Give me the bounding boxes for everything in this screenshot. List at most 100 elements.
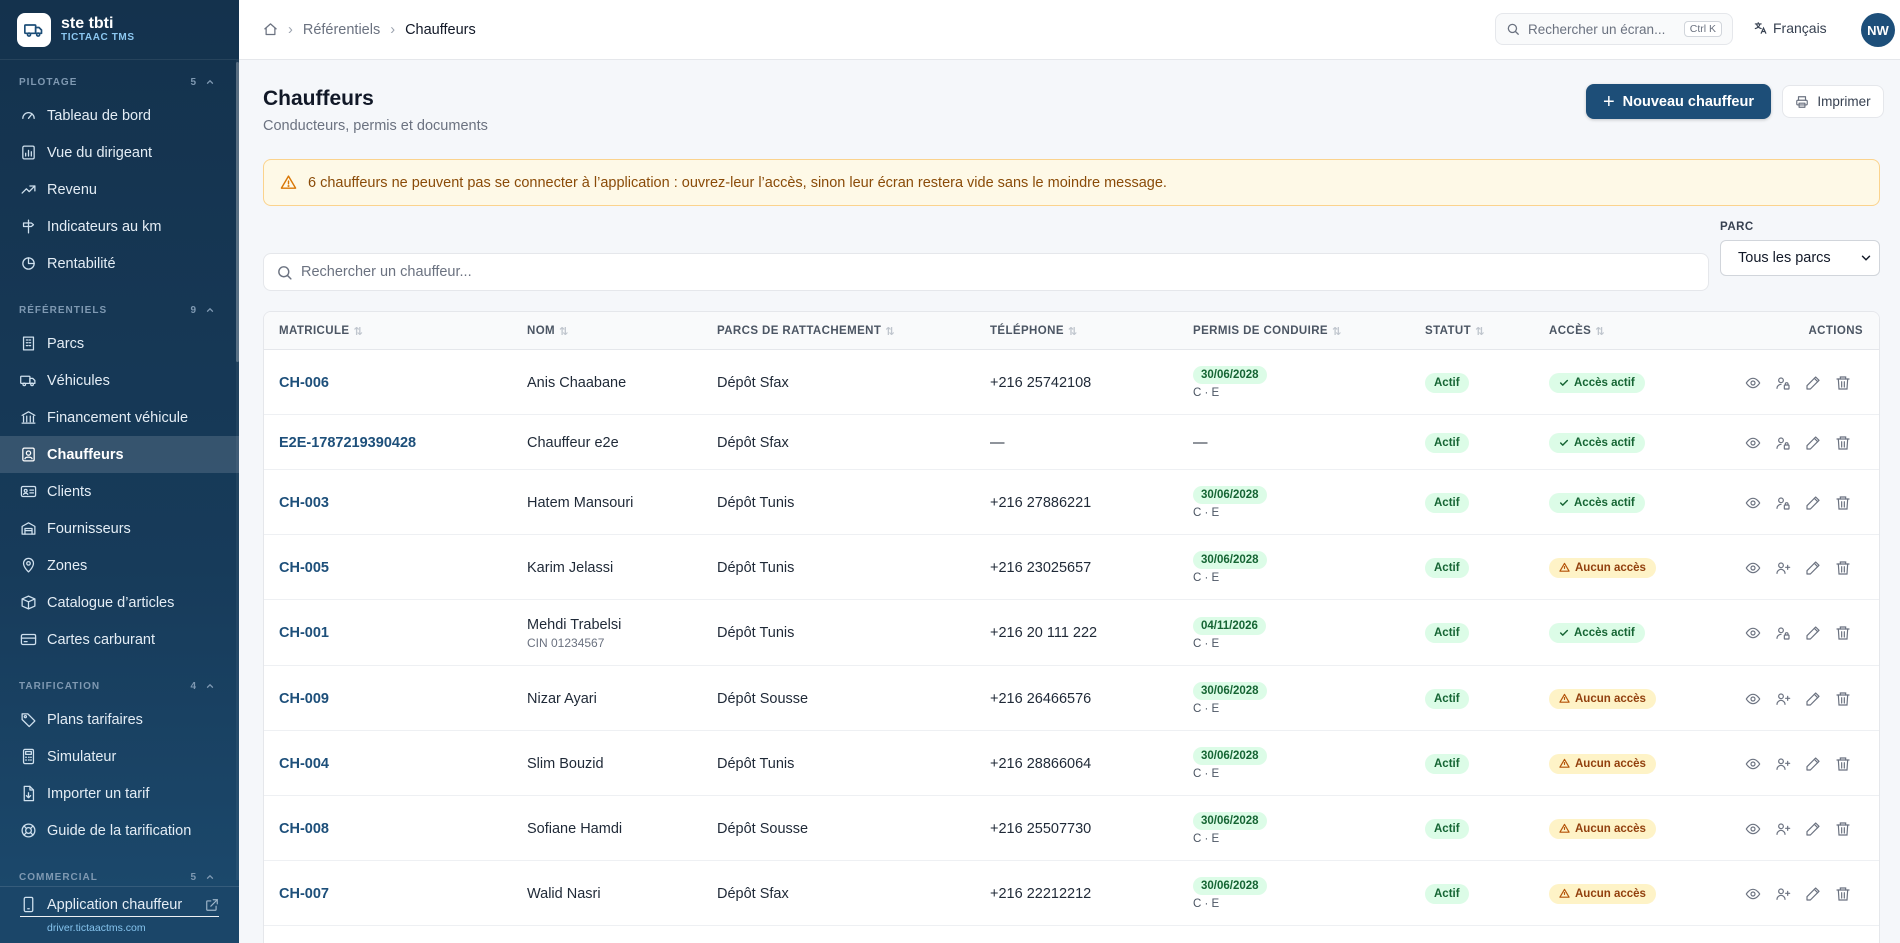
- section-0[interactable]: PILOTAGE 5: [0, 71, 239, 93]
- sidebar-item-7-1[interactable]: Catalogue d’articles: [0, 584, 239, 621]
- column-statut[interactable]: STATUT ⇅: [1425, 312, 1485, 350]
- pencil-icon[interactable]: [1805, 560, 1821, 576]
- matricule-link[interactable]: CH-007: [279, 886, 329, 902]
- table-row[interactable]: CH-004 Slim Bouzid Dépôt Tunis +216 2886606…: [264, 731, 1879, 796]
- sidebar-item-0-1[interactable]: Parcs: [0, 325, 239, 362]
- matricule-link[interactable]: CH-004: [279, 756, 329, 772]
- sidebar-item-1-0[interactable]: Vue du dirigeant: [0, 134, 239, 171]
- parc-filter-value: Tous les parcs: [1738, 250, 1831, 266]
- language-switcher[interactable]: Français: [1753, 20, 1827, 36]
- table-row[interactable]: CH-007 Walid Nasri Dépôt Sfax +216 22212212…: [264, 861, 1879, 926]
- user-lock-icon[interactable]: [1775, 435, 1791, 451]
- sidebar-item-1-2[interactable]: Simulateur: [0, 738, 239, 775]
- pencil-icon[interactable]: [1805, 495, 1821, 511]
- trash-icon[interactable]: [1835, 495, 1851, 511]
- trash-icon[interactable]: [1835, 756, 1851, 772]
- pencil-icon[interactable]: [1805, 886, 1821, 902]
- driver-app-link[interactable]: Application chauffeur driver.tictaactms.…: [0, 886, 239, 943]
- sidebar-item-3-2[interactable]: Guide de la tarification: [0, 812, 239, 849]
- column-telephone[interactable]: TÉLÉPHONE ⇅: [990, 312, 1078, 350]
- row-actions: [1745, 435, 1851, 451]
- sidebar-item-4-0[interactable]: Rentabilité: [0, 245, 239, 282]
- driver-parc: Dépôt Sousse: [717, 820, 809, 837]
- table-row[interactable]: CH-008 Sofiane Hamdi Dépôt Sousse +216 2550…: [264, 796, 1879, 861]
- sidebar-item-2-1[interactable]: Financement véhicule: [0, 399, 239, 436]
- pencil-icon[interactable]: [1805, 375, 1821, 391]
- user-plus-icon[interactable]: [1775, 886, 1791, 902]
- breadcrumb-referentiels[interactable]: Référentiels: [303, 22, 380, 38]
- pencil-icon[interactable]: [1805, 756, 1821, 772]
- eye-icon[interactable]: [1745, 756, 1761, 772]
- sidebar-item-5-1[interactable]: Fournisseurs: [0, 510, 239, 547]
- print-button[interactable]: Imprimer: [1782, 85, 1884, 118]
- matricule-link[interactable]: CH-006: [279, 375, 329, 391]
- eye-icon[interactable]: [1745, 886, 1761, 902]
- user-lock-icon[interactable]: [1775, 495, 1791, 511]
- parc-filter-select[interactable]: Tous les parcs: [1720, 240, 1880, 276]
- table-row[interactable]: CH-005 Karim Jelassi Dépôt Tunis +216 23025…: [264, 535, 1879, 600]
- section-1[interactable]: RÉFÉRENTIELS 9: [0, 299, 239, 321]
- table-row[interactable]: E2E-1787219390428 Chauffeur e2e Dépôt Sfax…: [264, 415, 1879, 470]
- sidebar-item-4-1[interactable]: Clients: [0, 473, 239, 510]
- eye-icon[interactable]: [1745, 435, 1761, 451]
- user-plus-icon[interactable]: [1775, 756, 1791, 772]
- trash-icon[interactable]: [1835, 691, 1851, 707]
- new-driver-button[interactable]: + Nouveau chauffeur: [1586, 84, 1771, 119]
- user-lock-icon[interactable]: [1775, 375, 1791, 391]
- trash-icon[interactable]: [1835, 625, 1851, 641]
- sidebar-item-2-0[interactable]: Revenu: [0, 171, 239, 208]
- trash-icon[interactable]: [1835, 435, 1851, 451]
- eye-icon[interactable]: [1745, 691, 1761, 707]
- column-permis[interactable]: PERMIS DE CONDUIRE ⇅: [1193, 312, 1342, 350]
- user-plus-icon[interactable]: [1775, 821, 1791, 837]
- column-acces[interactable]: ACCÈS ⇅: [1549, 312, 1605, 350]
- home-icon[interactable]: [263, 22, 278, 37]
- user-plus-icon[interactable]: [1775, 560, 1791, 576]
- trash-icon[interactable]: [1835, 560, 1851, 576]
- eye-icon[interactable]: [1745, 821, 1761, 837]
- user-avatar[interactable]: NW: [1861, 13, 1895, 47]
- sidebar: ste tbti TICTAAC TMS PILOTAGE 5 Tableau de…: [0, 0, 239, 943]
- pencil-icon[interactable]: [1805, 625, 1821, 641]
- pencil-icon[interactable]: [1805, 435, 1821, 451]
- driver-search-input[interactable]: Rechercher un chauffeur...: [263, 253, 1709, 291]
- sidebar-item-0-2[interactable]: Plans tarifaires: [0, 701, 239, 738]
- column-parcs[interactable]: PARCS DE RATTACHEMENT ⇅: [717, 312, 895, 350]
- user-lock-icon[interactable]: [1775, 625, 1791, 641]
- section-3[interactable]: COMMERCIAL 5: [0, 866, 239, 888]
- trash-icon[interactable]: [1835, 886, 1851, 902]
- sidebar-item-1-1[interactable]: Véhicules: [0, 362, 239, 399]
- file-import-icon: [23, 785, 35, 802]
- section-2[interactable]: TARIFICATION 4: [0, 675, 239, 697]
- brand[interactable]: ste tbti TICTAAC TMS: [0, 0, 239, 60]
- eye-icon[interactable]: [1745, 560, 1761, 576]
- table-row[interactable]: CH-003 Hatem Mansouri Dépôt Tunis +216 2788…: [264, 470, 1879, 535]
- matricule-link[interactable]: CH-009: [279, 691, 329, 707]
- eye-icon[interactable]: [1745, 625, 1761, 641]
- user-plus-icon[interactable]: [1775, 691, 1791, 707]
- matricule-link[interactable]: CH-003: [279, 495, 329, 511]
- pencil-icon[interactable]: [1805, 821, 1821, 837]
- matricule-link[interactable]: CH-001: [279, 625, 329, 641]
- column-matricule[interactable]: MATRICULE ⇅: [279, 312, 363, 350]
- sidebar-item-8-1[interactable]: Cartes carburant: [0, 621, 239, 658]
- table-row[interactable]: CH-009 Nizar Ayari Dépôt Sousse +216 264665…: [264, 666, 1879, 731]
- sidebar-item-2-2[interactable]: Importer un tarif: [0, 775, 239, 812]
- sidebar-item-0-0[interactable]: Tableau de bord: [0, 97, 239, 134]
- column-nom[interactable]: NOM ⇅: [527, 312, 569, 350]
- license-empty: —: [1193, 434, 1208, 451]
- matricule-link[interactable]: CH-005: [279, 560, 329, 576]
- matricule-link[interactable]: CH-008: [279, 821, 329, 837]
- global-search[interactable]: Rechercher un écran... Ctrl K: [1495, 13, 1733, 45]
- trash-icon[interactable]: [1835, 375, 1851, 391]
- pencil-icon[interactable]: [1805, 691, 1821, 707]
- sidebar-item-3-1[interactable]: Chauffeurs: [0, 436, 239, 473]
- sidebar-item-6-1[interactable]: Zones: [0, 547, 239, 584]
- eye-icon[interactable]: [1745, 375, 1761, 391]
- trash-icon[interactable]: [1835, 821, 1851, 837]
- table-row[interactable]: CH-006 Anis Chaabane Dépôt Sfax +216 257421…: [264, 350, 1879, 415]
- eye-icon[interactable]: [1745, 495, 1761, 511]
- matricule-link[interactable]: E2E-1787219390428: [279, 435, 416, 451]
- sidebar-item-3-0[interactable]: Indicateurs au km: [0, 208, 239, 245]
- table-row[interactable]: CH-001 Mehdi Trabelsi CIN 01234567 Dépôt Tu…: [264, 600, 1879, 666]
